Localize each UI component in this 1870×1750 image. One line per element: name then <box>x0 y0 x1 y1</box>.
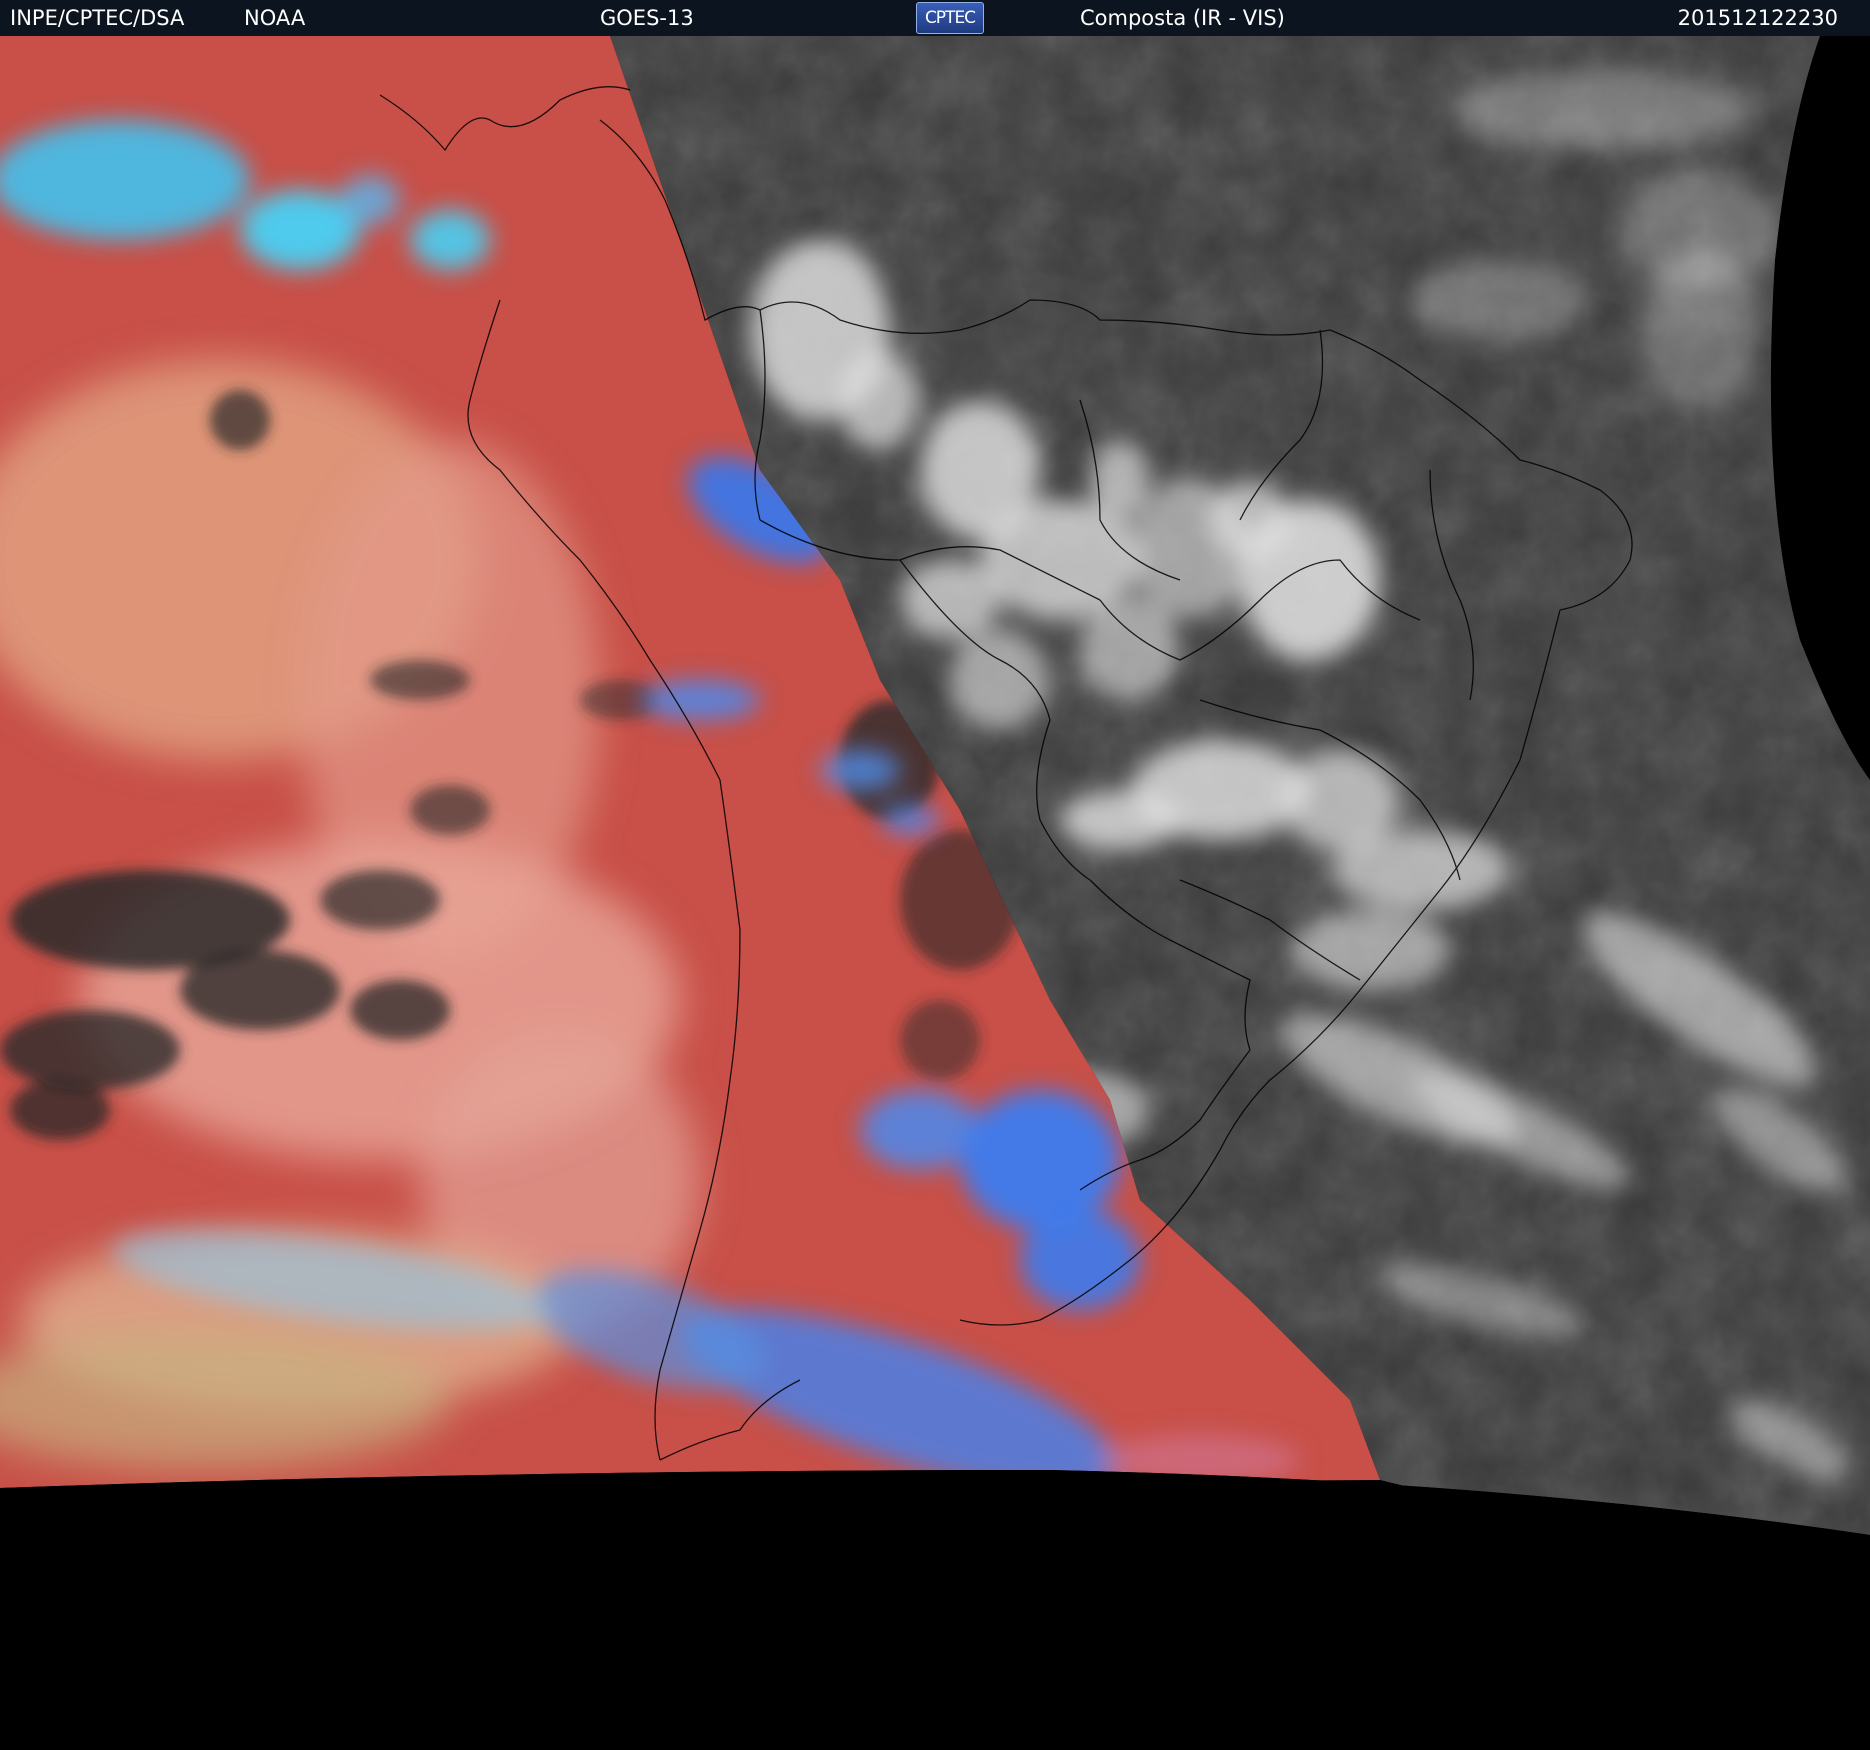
space-lower-region <box>0 1470 1870 1750</box>
image-header-bar: INPE/CPTEC/DSA NOAA GOES-13 CPTEC Compos… <box>0 0 1870 36</box>
product-label: Composta (IR - VIS) <box>1080 6 1285 30</box>
satellite-label: GOES-13 <box>600 6 694 30</box>
timestamp-label: 201512122230 <box>1677 6 1838 30</box>
cptec-logo: CPTEC <box>916 2 984 34</box>
satellite-image <box>0 36 1870 1750</box>
agency-label: NOAA <box>244 6 306 30</box>
organization-label: INPE/CPTEC/DSA <box>10 6 185 30</box>
cptec-logo-text: CPTEC <box>924 8 976 28</box>
satellite-composite-map <box>0 36 1870 1750</box>
